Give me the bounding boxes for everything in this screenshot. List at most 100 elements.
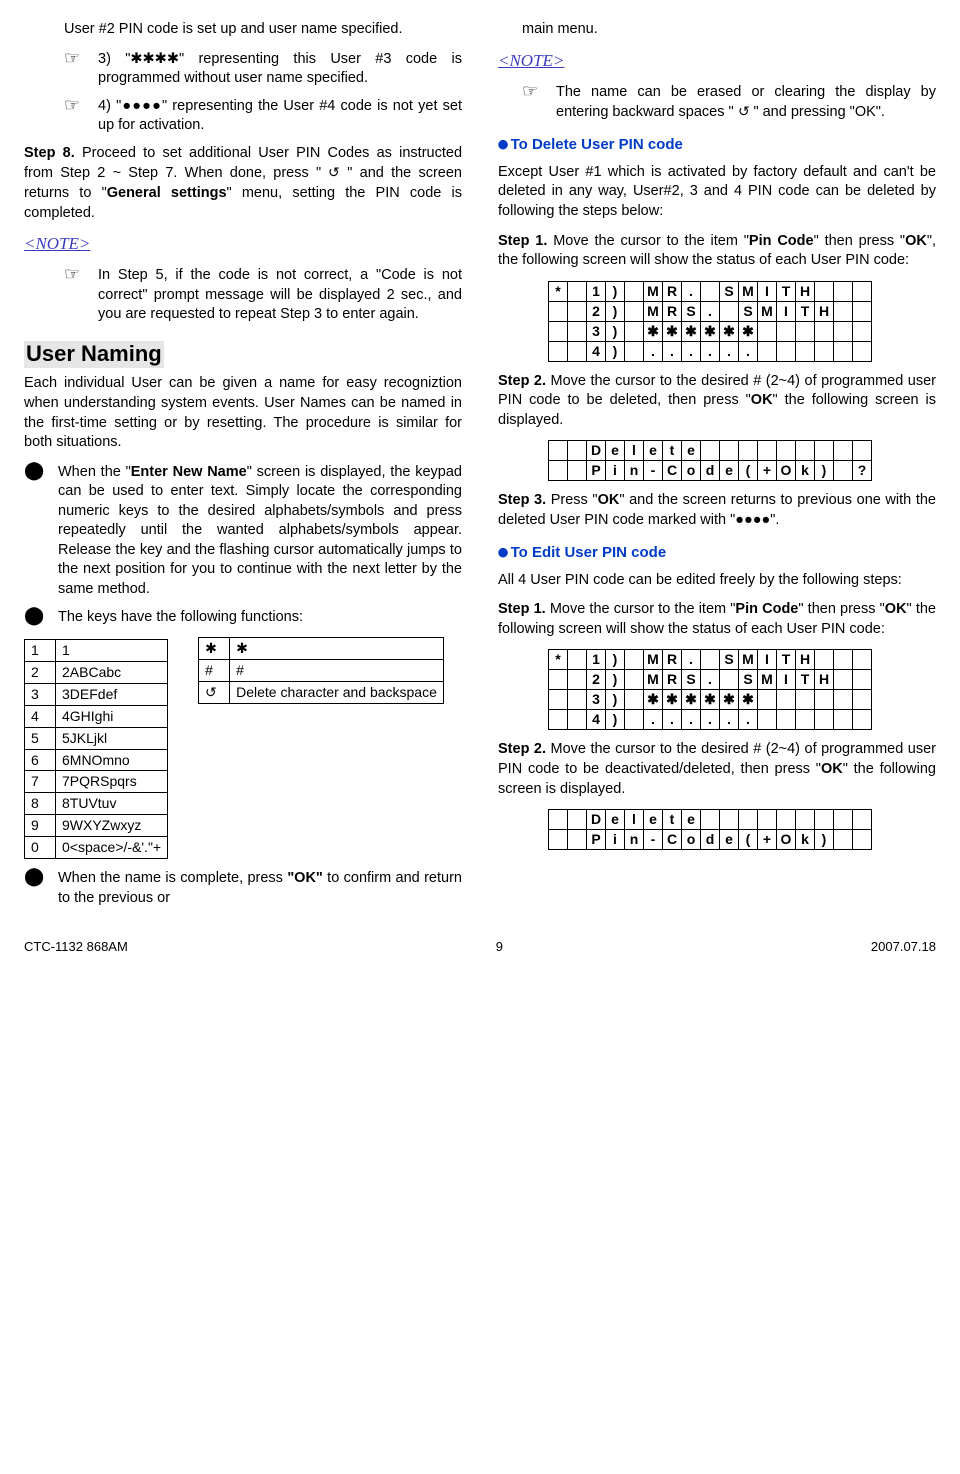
lcd-cell: . bbox=[663, 710, 682, 730]
lcd-cell: T bbox=[796, 670, 815, 690]
lcd-cell: S bbox=[720, 281, 739, 301]
lcd-cell: t bbox=[663, 441, 682, 461]
lcd-cell: O bbox=[777, 461, 796, 481]
lcd-cell bbox=[853, 670, 872, 690]
lcd-cell bbox=[568, 321, 587, 341]
lcd-cell: l bbox=[625, 441, 644, 461]
lcd-cell bbox=[549, 830, 568, 850]
lcd-cell: * bbox=[549, 650, 568, 670]
bullet-item: ⬤ The keys have the following functions: bbox=[24, 608, 462, 628]
lcd-cell: - bbox=[644, 830, 663, 850]
lcd-cell: ? bbox=[853, 461, 872, 481]
table-cell: 3DEFdef bbox=[56, 683, 168, 705]
table-cell: 8TUVtuv bbox=[56, 793, 168, 815]
lcd-cell: ✱ bbox=[682, 321, 701, 341]
edit-step-2: Step 2. Move the cursor to the desired #… bbox=[498, 740, 936, 799]
keypad-table-b: ✱✱##Delete character and backspace bbox=[198, 637, 444, 704]
lcd-cell bbox=[625, 690, 644, 710]
lcd-cell bbox=[796, 690, 815, 710]
lcd-cell bbox=[777, 810, 796, 830]
lcd-cell bbox=[853, 281, 872, 301]
lcd-cell bbox=[834, 321, 853, 341]
lcd-grid-delete-q: DeletePin-Code(+Ok)? bbox=[548, 440, 872, 481]
lcd-cell: . bbox=[720, 710, 739, 730]
page-footer: CTC-1132 868AM 9 2007.07.18 bbox=[24, 938, 936, 956]
lcd-cell: C bbox=[663, 830, 682, 850]
lcd-cell bbox=[796, 441, 815, 461]
lcd-cell: 4 bbox=[587, 341, 606, 361]
table-cell: ✱ bbox=[199, 638, 230, 660]
step-2: Step 2. Move the cursor to the desired #… bbox=[498, 372, 936, 431]
lcd-cell bbox=[739, 810, 758, 830]
lcd-cell: M bbox=[739, 650, 758, 670]
lcd-cell bbox=[815, 321, 834, 341]
lcd-cell bbox=[853, 830, 872, 850]
lcd-cell bbox=[625, 341, 644, 361]
table-cell: 9WXYZwxyz bbox=[56, 815, 168, 837]
lcd-cell bbox=[625, 301, 644, 321]
lcd-cell: 4 bbox=[587, 710, 606, 730]
lcd-cell: e bbox=[606, 441, 625, 461]
lcd-cell bbox=[549, 441, 568, 461]
lcd-cell: R bbox=[663, 670, 682, 690]
footer-left: CTC-1132 868AM bbox=[24, 938, 128, 956]
table-cell: 7 bbox=[25, 771, 56, 793]
text-block: User #2 PIN code is set up and user name… bbox=[64, 20, 462, 40]
text-block: All 4 User PIN code can be edited freely… bbox=[498, 571, 936, 591]
lcd-cell bbox=[834, 281, 853, 301]
lcd-cell bbox=[549, 461, 568, 481]
lcd-cell: ✱ bbox=[701, 321, 720, 341]
table-cell: 8 bbox=[25, 793, 56, 815]
lcd-cell: ✱ bbox=[739, 321, 758, 341]
text-block: Except User #1 which is activated by fac… bbox=[498, 163, 936, 222]
intro-paragraph: Each individual User can be given a name… bbox=[24, 374, 462, 452]
lcd-cell: ) bbox=[606, 341, 625, 361]
lcd-cell: d bbox=[701, 830, 720, 850]
lcd-cell bbox=[815, 810, 834, 830]
table-cell: 6MNOmno bbox=[56, 749, 168, 771]
lcd-cell: e bbox=[720, 461, 739, 481]
lcd-grid-status-2: *1)MR.SMITH2)MRS.SMITH3)✱✱✱✱✱✱4)...... bbox=[548, 649, 872, 730]
lcd-cell: S bbox=[682, 670, 701, 690]
lcd-cell: M bbox=[644, 301, 663, 321]
lcd-cell: ( bbox=[739, 461, 758, 481]
lcd-cell bbox=[834, 461, 853, 481]
lcd-cell: C bbox=[663, 461, 682, 481]
lcd-cell bbox=[758, 710, 777, 730]
lcd-cell: o bbox=[682, 830, 701, 850]
lcd-cell: + bbox=[758, 461, 777, 481]
lcd-cell bbox=[625, 650, 644, 670]
lcd-cell: M bbox=[644, 670, 663, 690]
footer-center: 9 bbox=[496, 938, 503, 956]
lcd-cell bbox=[568, 810, 587, 830]
lcd-cell bbox=[568, 670, 587, 690]
finger-icon: ☞ bbox=[64, 50, 98, 89]
table-cell: 1 bbox=[56, 640, 168, 662]
lcd-cell bbox=[758, 341, 777, 361]
table-cell: # bbox=[199, 660, 230, 682]
lcd-cell bbox=[834, 441, 853, 461]
lcd-cell: l bbox=[625, 810, 644, 830]
lcd-cell: d bbox=[701, 461, 720, 481]
bullet-item: ⬤ When the name is complete, press "OK" … bbox=[24, 869, 462, 908]
table-cell: 1 bbox=[25, 640, 56, 662]
lcd-cell bbox=[549, 301, 568, 321]
lcd-cell: e bbox=[720, 830, 739, 850]
lcd-cell bbox=[625, 281, 644, 301]
finger-icon: ☞ bbox=[522, 83, 556, 123]
lcd-cell bbox=[796, 810, 815, 830]
lcd-cell bbox=[777, 710, 796, 730]
lcd-cell: ✱ bbox=[739, 690, 758, 710]
lcd-cell: I bbox=[758, 650, 777, 670]
keypad-table-a: 1122ABCabc33DEFdef44GHIghi55JKLjkl66MNOm… bbox=[24, 639, 168, 859]
lcd-cell bbox=[701, 810, 720, 830]
lcd-cell: M bbox=[758, 301, 777, 321]
lcd-cell bbox=[568, 690, 587, 710]
lcd-cell bbox=[815, 650, 834, 670]
finger-icon: ☞ bbox=[64, 97, 98, 136]
lcd-cell bbox=[568, 341, 587, 361]
lcd-cell: . bbox=[720, 341, 739, 361]
lcd-cell: M bbox=[758, 670, 777, 690]
table-cell bbox=[199, 681, 230, 703]
lcd-cell: . bbox=[682, 650, 701, 670]
